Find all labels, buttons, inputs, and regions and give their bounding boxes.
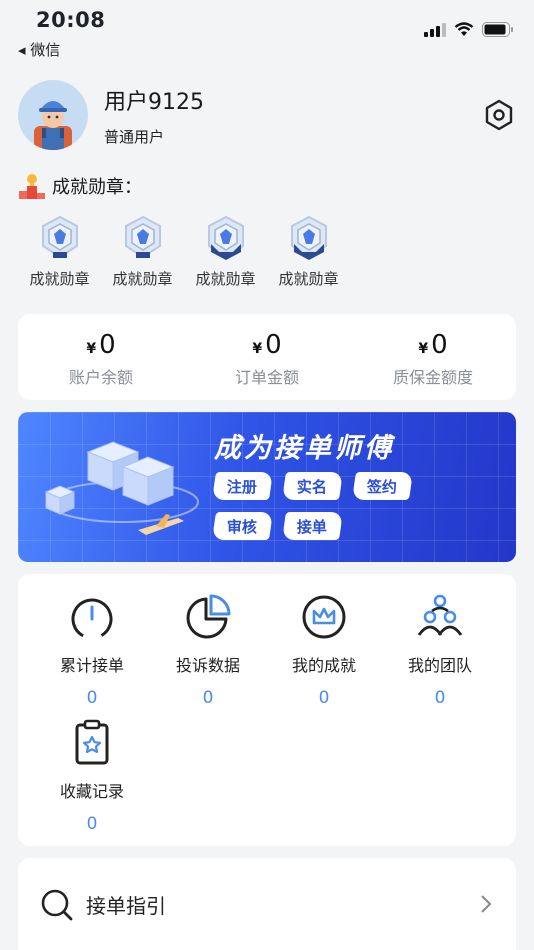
step-label: 注册 <box>227 477 258 496</box>
crown-icon <box>299 592 349 642</box>
chevron-right-icon <box>481 895 492 913</box>
step-label: 审核 <box>227 517 258 536</box>
medal-label: 成就勋章 <box>29 270 90 288</box>
menu-count: 0 <box>202 688 214 708</box>
status-bar: 20:08 ◂ 微信 <box>0 0 534 64</box>
balance-label: 订单金额 <box>234 368 299 387</box>
step-real-name: 实名 <box>282 472 343 500</box>
wifi-icon <box>454 22 474 36</box>
medal-list: 成就勋章 成就勋章 成就勋章 成就勋章 <box>18 214 350 289</box>
clipboard-star-icon <box>67 718 117 768</box>
account-balance[interactable]: ¥ 0 账户余额 <box>18 314 184 400</box>
menu-label: 我的团队 <box>407 656 472 675</box>
balance-value: ¥ 0 <box>86 330 115 360</box>
menu-label: 收藏记录 <box>59 782 124 801</box>
step-register: 注册 <box>212 472 273 500</box>
medal-item[interactable]: 成就勋章 <box>267 214 350 289</box>
balance-amount: 0 <box>99 330 116 360</box>
cubes-illustration-icon <box>44 441 199 535</box>
cellular-signal-icon <box>424 22 446 37</box>
menu-item-total-orders[interactable]: 累计接单 0 <box>34 592 150 708</box>
balance-label: 质保金额度 <box>392 368 473 387</box>
medal-badge-icon <box>41 215 78 259</box>
back-to-wechat-link[interactable]: ◂ 微信 <box>18 39 60 60</box>
step-accept: 接单 <box>282 512 343 540</box>
menu-card: 累计接单 0 投诉数据 0 我的成就 0 我的团队 0 收藏记录 0 <box>18 574 516 846</box>
menu-label: 投诉数据 <box>175 656 240 675</box>
menu-item-favorites[interactable]: 收藏记录 0 <box>34 718 150 834</box>
step-label: 接单 <box>297 517 328 536</box>
balance-value: ¥ 0 <box>252 330 281 360</box>
medal-item[interactable]: 成就勋章 <box>184 214 267 289</box>
medal-item[interactable]: 成就勋章 <box>18 214 101 289</box>
medal-label: 成就勋章 <box>278 270 339 288</box>
medal-badge-icon <box>290 215 327 260</box>
medal-badge-icon <box>124 215 161 259</box>
balance-value: ¥ 0 <box>418 330 447 360</box>
menu-label: 累计接单 <box>59 656 124 675</box>
avatar[interactable] <box>18 80 88 150</box>
menu-count: 0 <box>86 688 98 708</box>
order-guide-label: 接单指引 <box>86 894 166 918</box>
balance-amount: 0 <box>431 330 448 360</box>
medal-label: 成就勋章 <box>112 270 173 288</box>
settings-button[interactable] <box>482 98 516 132</box>
medal-badge-icon <box>207 215 244 260</box>
menu-count: 0 <box>86 814 98 834</box>
step-label: 实名 <box>297 477 328 496</box>
menu-count: 0 <box>318 688 330 708</box>
achievements-title: 成就勋章： <box>52 177 142 198</box>
menu-item-my-team[interactable]: 我的团队 0 <box>382 592 498 708</box>
settings-hexagon-icon <box>485 99 513 131</box>
user-type-label: 普通用户 <box>104 128 165 146</box>
banner-steps: 注册 实名 签约 审核 接单 <box>212 472 464 540</box>
team-icon <box>415 592 465 642</box>
warranty-deposit[interactable]: ¥ 0 质保金额度 <box>350 314 516 400</box>
battery-icon <box>482 22 513 37</box>
become-master-banner[interactable]: 成为接单师傅 注册 实名 签约 审核 接单 <box>18 412 516 562</box>
worker-avatar-icon <box>34 101 72 150</box>
banner-title: 成为接单师傅 <box>214 433 394 464</box>
search-icon <box>41 889 73 921</box>
step-sign: 签约 <box>352 472 413 500</box>
trophy-podium-icon <box>19 174 45 199</box>
step-review: 审核 <box>212 512 273 540</box>
currency-symbol: ¥ <box>418 341 429 357</box>
menu-item-complaints[interactable]: 投诉数据 0 <box>150 592 266 708</box>
gauge-icon <box>67 592 117 642</box>
balance-card: ¥ 0 账户余额 ¥ 0 订单金额 ¥ 0 质保金额度 <box>18 314 516 400</box>
pie-chart-icon <box>183 592 233 642</box>
step-label: 签约 <box>367 477 398 496</box>
order-guide-row[interactable]: 接单指引 <box>18 858 516 950</box>
currency-symbol: ¥ <box>252 341 263 357</box>
balance-label: 账户余额 <box>68 368 133 387</box>
menu-count: 0 <box>434 688 446 708</box>
menu-item-achievements[interactable]: 我的成就 0 <box>266 592 382 708</box>
status-time: 20:08 <box>36 8 106 32</box>
order-amount[interactable]: ¥ 0 订单金额 <box>184 314 350 400</box>
menu-label: 我的成就 <box>291 656 356 675</box>
username: 用户9125 <box>104 90 204 115</box>
balance-amount: 0 <box>265 330 282 360</box>
medal-label: 成就勋章 <box>195 270 256 288</box>
achievements-header: 成就勋章： <box>18 172 142 200</box>
currency-symbol: ¥ <box>86 341 97 357</box>
status-icons <box>424 22 514 37</box>
medal-item[interactable]: 成就勋章 <box>101 214 184 289</box>
